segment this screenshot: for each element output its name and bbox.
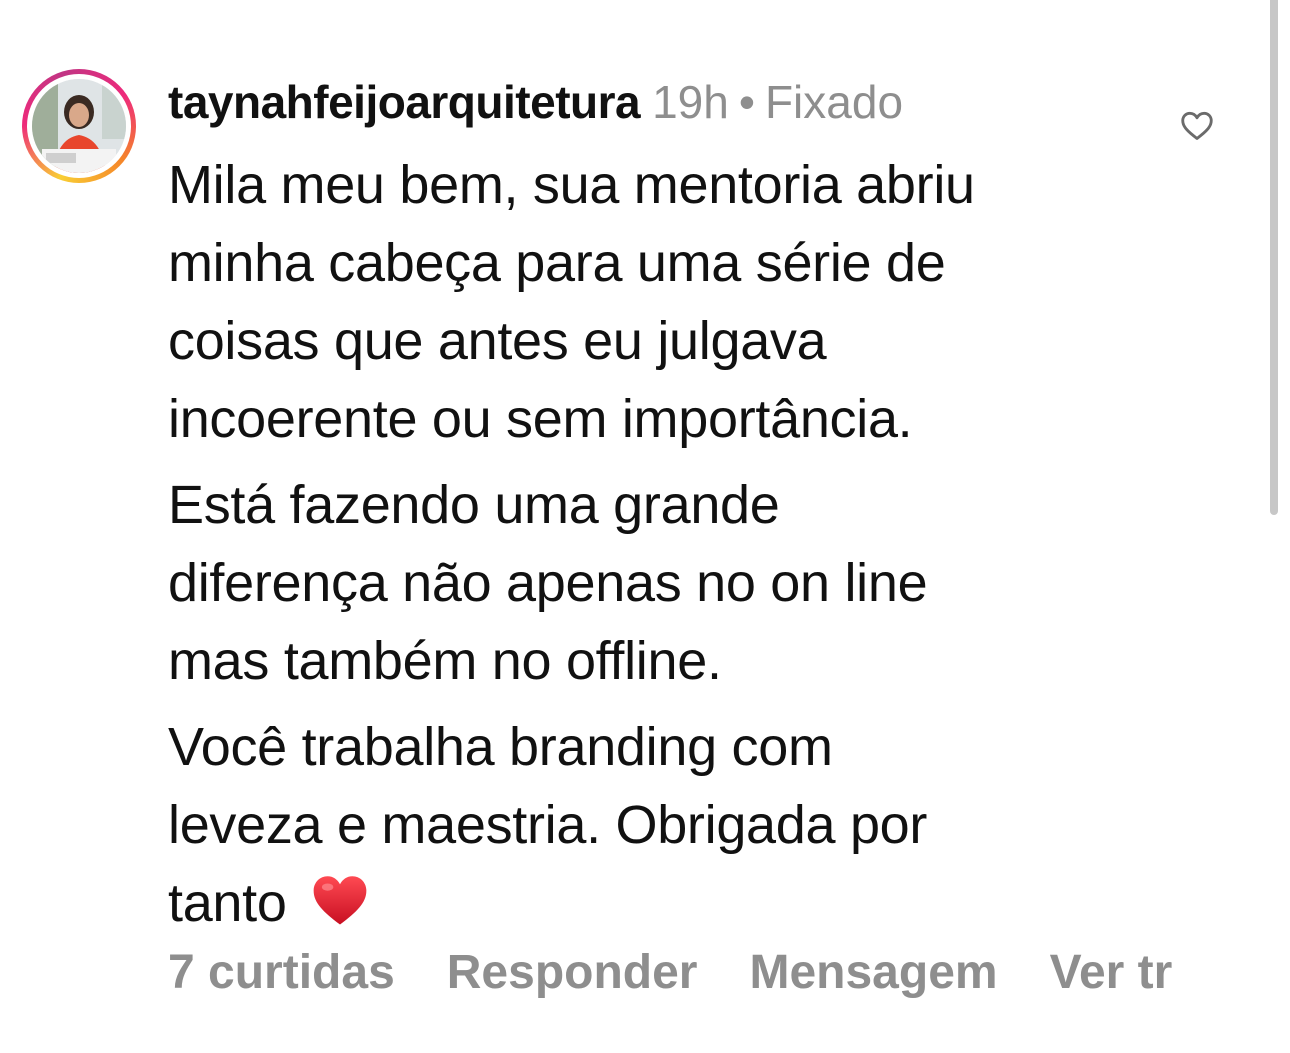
- avatar[interactable]: [32, 79, 126, 173]
- comment-paragraph-last: Você trabalha branding com leveza e maes…: [168, 708, 1178, 942]
- red-heart-emoji-icon: [313, 876, 366, 925]
- see-translation-button[interactable]: Ver tr: [1050, 946, 1173, 999]
- avatar-photo: [32, 79, 126, 173]
- comment-paragraph: Está fazendo uma grande diferença não ap…: [168, 475, 928, 691]
- meta-separator: •: [738, 76, 755, 128]
- username[interactable]: taynahfeijoarquitetura: [168, 76, 641, 128]
- comment-actions: 7 curtidas Responder Mensagem Ver tr: [168, 940, 1172, 1006]
- heart-outline-icon[interactable]: [1178, 106, 1216, 144]
- pinned-label: Fixado: [764, 76, 904, 128]
- likes-count-button[interactable]: 7 curtidas: [168, 946, 395, 999]
- comment: taynahfeijoarquitetura 19h • Fixado Mila me…: [0, 0, 1290, 1053]
- comment-time: 19h: [652, 76, 729, 128]
- comment-paragraph: Mila meu bem, sua mentoria abriu minha c…: [168, 155, 975, 449]
- scrollbar[interactable]: [1270, 0, 1278, 515]
- comment-text: Mila meu bem, sua mentoria abriu minha c…: [168, 146, 1178, 942]
- comment-paragraph-text: Você trabalha branding com leveza e maes…: [168, 717, 928, 933]
- message-button[interactable]: Mensagem: [749, 946, 997, 999]
- avatar-story-ring[interactable]: [22, 69, 136, 183]
- reply-button[interactable]: Responder: [447, 946, 698, 999]
- comment-header: taynahfeijoarquitetura 19h • Fixado: [168, 72, 903, 132]
